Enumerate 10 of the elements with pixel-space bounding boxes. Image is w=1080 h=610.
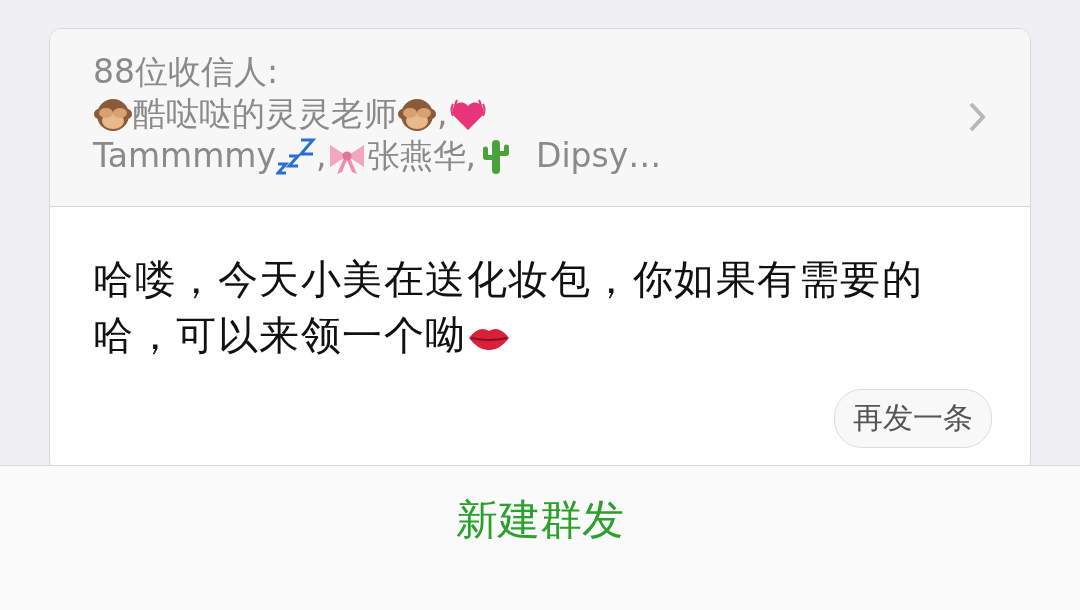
recipient-name: Tammmmy	[93, 135, 277, 177]
recipient-name: Dipsy…	[536, 135, 662, 177]
recipient-name: ,	[437, 93, 448, 135]
sleep-icon	[276, 136, 317, 176]
recipient-name: 酷哒哒的灵灵老师	[133, 93, 397, 135]
recipient-name: ,	[316, 135, 327, 177]
resend-button[interactable]: 再发一条	[834, 389, 992, 448]
recipient-count: 88位收信人:	[93, 51, 279, 93]
message-text: 哈喽，今天小美在送化妆包，你如果有需要的哈，可以来领一个呦	[93, 255, 924, 360]
recipient-name: 张燕华,	[366, 135, 477, 177]
